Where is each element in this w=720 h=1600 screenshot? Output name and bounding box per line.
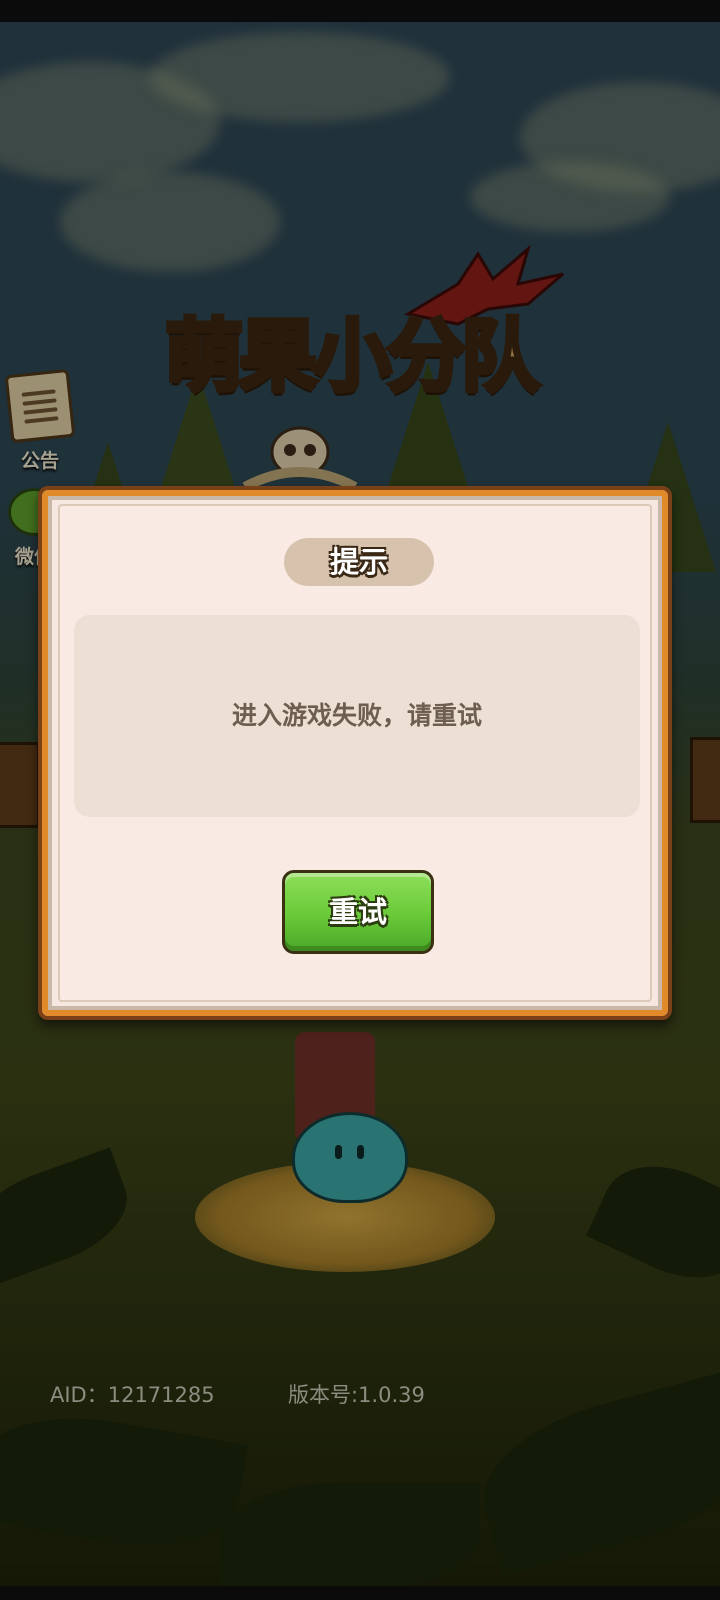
dialog-title: 提示 (284, 538, 434, 586)
version-label: 版本号:1.0.39 (288, 1383, 425, 1407)
navigation-bar (0, 1586, 720, 1600)
status-bar (0, 0, 720, 22)
message-box: 进入游戏失败，请重试 (74, 615, 640, 817)
aid-label: AID：12171285 (50, 1383, 215, 1407)
error-dialog: 提示 进入游戏失败，请重试 重试 (38, 486, 672, 1020)
dialog-message: 进入游戏失败，请重试 (231, 701, 482, 730)
retry-button[interactable]: 重试 (282, 870, 434, 954)
